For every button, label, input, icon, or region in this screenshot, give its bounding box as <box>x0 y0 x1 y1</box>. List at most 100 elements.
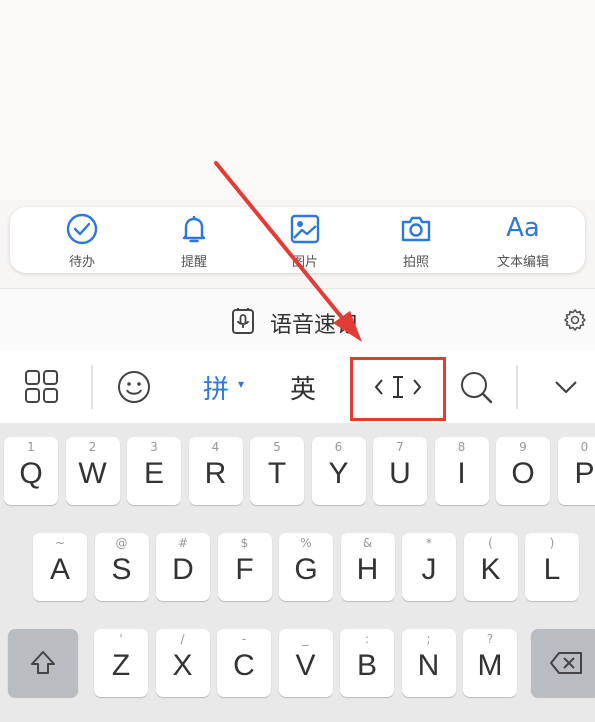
camera-button[interactable]: 拍照 <box>366 207 466 273</box>
key-secondary-label: 1 <box>27 440 35 454</box>
todo-label: 待办 <box>68 255 95 270</box>
key-h[interactable]: & H <box>340 533 395 601</box>
key-secondary-label: 5 <box>273 440 281 454</box>
key-secondary-label: 7 <box>396 440 404 454</box>
key-q[interactable]: 1Q <box>4 437 58 505</box>
bell-icon <box>182 216 206 243</box>
key-label: K <box>480 553 501 586</box>
key-j[interactable]: * J <box>402 533 456 601</box>
text-edit-button[interactable]: Aa 文本编辑 <box>473 207 573 273</box>
key-secondary-label: % <box>300 536 312 550</box>
key-label: M <box>477 649 503 682</box>
key-m[interactable]: ? M <box>463 629 517 697</box>
divider <box>516 365 518 409</box>
key-x[interactable]: / X <box>155 629 210 697</box>
key-s[interactable]: @ S <box>94 533 149 601</box>
key-w[interactable]: 2W <box>65 437 120 505</box>
key-label: Z <box>111 649 131 682</box>
shift-key[interactable] <box>8 629 78 697</box>
keyboard: 1Q2W3E4R5T6Y7U8I9O0P ~ A @ S # D $ F% G & H * J(K) L … <box>0 423 595 722</box>
key-p[interactable]: 0P <box>557 437 595 505</box>
key-t[interactable]: 5T <box>250 437 304 505</box>
key-u[interactable]: 7U <box>373 437 427 505</box>
key-k[interactable]: (K <box>463 533 518 601</box>
key-z[interactable]: ' Z <box>94 629 148 697</box>
key-label: J <box>421 553 437 586</box>
key-secondary-label: ) <box>549 536 555 550</box>
ime-function-bar: 拼 ▾ 英 <box>0 351 595 423</box>
key-secondary-label: 3 <box>150 440 158 454</box>
key-r[interactable]: 4R <box>188 437 243 505</box>
todo-button[interactable]: 待办 <box>32 207 132 273</box>
key-e[interactable]: 3E <box>127 437 181 505</box>
image-label: 图片 <box>291 255 318 270</box>
key-label: X <box>172 649 193 682</box>
key-label: P <box>574 457 595 490</box>
search-button[interactable] <box>458 363 496 411</box>
key-d[interactable]: # D <box>156 533 210 601</box>
key-secondary-label: - <box>241 632 247 646</box>
key-b[interactable]: :B <box>340 629 394 697</box>
key-secondary-label: # <box>177 536 189 550</box>
microphone-note-icon <box>232 308 254 334</box>
text-edit-label: 文本编辑 <box>496 255 549 270</box>
key-label: Q <box>19 457 43 490</box>
key-label: E <box>143 457 164 490</box>
backspace-key[interactable] <box>531 629 595 697</box>
key-label: U <box>389 457 411 490</box>
key-secondary-label: @ <box>115 536 128 550</box>
key-secondary-label: : <box>364 632 370 646</box>
gear-icon[interactable] <box>563 308 587 332</box>
key-v[interactable]: _ V <box>278 629 333 697</box>
key-secondary-label: 4 <box>211 440 220 454</box>
chevron-down-icon <box>555 381 577 394</box>
camera-icon <box>401 216 431 242</box>
checkmark-circle-icon <box>66 213 98 245</box>
key-secondary-label: ~ <box>54 536 66 550</box>
key-i[interactable]: 8I <box>434 437 489 505</box>
key-secondary-label: ( <box>488 536 493 550</box>
key-label: F <box>235 553 254 586</box>
key-label: D <box>172 553 194 586</box>
key-secondary-label: $ <box>240 536 249 550</box>
key-secondary-label: 6 <box>334 440 343 454</box>
menu-grid-button[interactable] <box>24 363 60 411</box>
key-g[interactable]: % G <box>279 533 333 601</box>
key-secondary-label: 0 <box>580 440 589 454</box>
key-c[interactable]: -C <box>217 629 271 697</box>
note-toolbar: 待办 提醒 图片 拍照 Aa 文本编辑 <box>10 207 585 273</box>
key-f[interactable]: $ F <box>217 533 272 601</box>
key-n[interactable]: ; N <box>401 629 456 697</box>
text-aa-icon: Aa <box>506 213 540 243</box>
image-icon <box>290 214 320 244</box>
emoji-button[interactable] <box>116 363 154 411</box>
collapse-keyboard-button[interactable] <box>552 363 582 411</box>
key-label: N <box>417 649 440 682</box>
key-secondary-label: 9 <box>519 440 527 454</box>
image-button[interactable]: 图片 <box>255 207 355 273</box>
pinyin-label: 拼 <box>203 375 230 405</box>
smiley-icon <box>118 371 150 403</box>
highlight-box <box>350 357 446 421</box>
key-label: C <box>233 649 255 682</box>
voice-note-label: 语音速记 <box>270 313 359 338</box>
reminder-button[interactable]: 提醒 <box>144 207 244 273</box>
key-a[interactable]: ~ A <box>33 533 87 601</box>
english-label: 英 <box>290 375 317 405</box>
shift-icon <box>31 651 55 674</box>
key-label: A <box>49 553 70 586</box>
note-content-area[interactable] <box>0 0 595 200</box>
key-secondary-label: ? <box>486 632 494 646</box>
key-l[interactable]: ) L <box>525 533 579 601</box>
key-label: W <box>78 457 107 490</box>
key-secondary-label: * <box>426 536 432 550</box>
key-secondary-label: ; <box>426 632 431 646</box>
key-o[interactable]: 9O <box>496 437 550 505</box>
key-y[interactable]: 6Y <box>311 437 366 505</box>
key-secondary-label: ' <box>119 632 123 646</box>
key-label: O <box>511 457 535 490</box>
key-label: H <box>356 553 379 586</box>
camera-label: 拍照 <box>402 255 429 270</box>
key-secondary-label: _ <box>302 632 309 646</box>
key-secondary-label: & <box>362 536 373 550</box>
